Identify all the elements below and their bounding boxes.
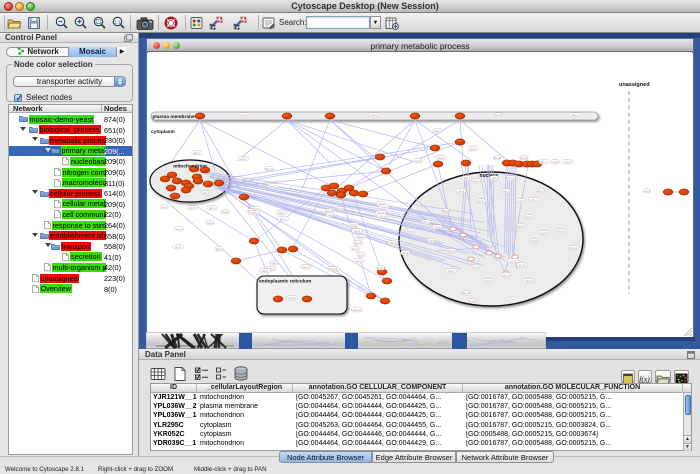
svg-text:tMe-M: tMe-M xyxy=(507,176,514,180)
svg-text:tMe-M: tMe-M xyxy=(570,246,577,250)
svg-text:Mts-2: Mts-2 xyxy=(495,113,502,117)
svg-text:tMe-M: tMe-M xyxy=(357,235,364,239)
svg-text:abc-1: abc-1 xyxy=(503,189,510,193)
svg-text:YGR-2: YGR-2 xyxy=(250,211,258,215)
svg-text:YGR-2: YGR-2 xyxy=(388,241,396,245)
svg-text:cde-9: cde-9 xyxy=(303,265,310,269)
svg-text:tMe-M: tMe-M xyxy=(265,167,272,171)
svg-text:tMe-M: tMe-M xyxy=(434,129,441,133)
svg-text:abc-1: abc-1 xyxy=(216,247,223,251)
svg-text:Mts-2: Mts-2 xyxy=(531,198,538,202)
svg-text:Mts-2: Mts-2 xyxy=(356,259,363,263)
svg-text:unassigned: unassigned xyxy=(619,82,650,88)
svg-text:tMe-M: tMe-M xyxy=(525,279,532,283)
svg-text:Mts-2: Mts-2 xyxy=(526,215,533,219)
svg-text:Gcr-2: Gcr-2 xyxy=(473,265,480,269)
svg-text:pqr-5: pqr-5 xyxy=(209,206,216,210)
svg-text:abc-1: abc-1 xyxy=(280,217,287,221)
svg-text:tMe-M: tMe-M xyxy=(353,308,360,312)
svg-text:tMe-M: tMe-M xyxy=(462,291,469,295)
svg-text:abc-1: abc-1 xyxy=(464,176,471,180)
svg-text:Gcr-2: Gcr-2 xyxy=(519,263,526,267)
svg-text:YGR-2: YGR-2 xyxy=(551,160,559,164)
svg-text:tMe-M: tMe-M xyxy=(447,249,454,253)
svg-text:abc-1: abc-1 xyxy=(470,147,477,151)
svg-text:cde-9: cde-9 xyxy=(240,157,247,161)
svg-text:tMe-M: tMe-M xyxy=(288,296,295,300)
svg-text:pqr-5: pqr-5 xyxy=(478,199,485,203)
svg-text:tMe-M: tMe-M xyxy=(493,156,500,160)
svg-text:pqr-5: pqr-5 xyxy=(510,259,517,263)
svg-text:YGR-2: YGR-2 xyxy=(427,239,435,243)
svg-text:pqr-5: pqr-5 xyxy=(358,253,365,257)
svg-text:mitochondrion: mitochondrion xyxy=(173,164,207,170)
svg-text:Gcr-2: Gcr-2 xyxy=(564,160,571,164)
svg-text:YGR-2: YGR-2 xyxy=(326,213,334,217)
svg-text:cde-9: cde-9 xyxy=(458,189,465,193)
svg-text:tMe-M: tMe-M xyxy=(520,156,527,160)
svg-text:pqr-5: pqr-5 xyxy=(189,206,196,210)
svg-text:pqr-5: pqr-5 xyxy=(270,184,277,188)
svg-text:Mts-2: Mts-2 xyxy=(438,156,445,160)
svg-text:YGR-2: YGR-2 xyxy=(370,113,378,117)
svg-text:plasma membrane: plasma membrane xyxy=(153,114,195,120)
svg-text:YGR-2: YGR-2 xyxy=(221,210,229,214)
svg-text:pqr-5: pqr-5 xyxy=(175,245,182,249)
svg-text:YGR-2: YGR-2 xyxy=(380,205,388,209)
svg-text:cde-9: cde-9 xyxy=(448,269,455,273)
svg-text:cde-9: cde-9 xyxy=(415,159,422,163)
svg-text:cde-9: cde-9 xyxy=(518,199,525,203)
svg-text:YGR-2: YGR-2 xyxy=(530,239,538,243)
svg-text:YGR-2: YGR-2 xyxy=(206,221,214,225)
svg-text:tMe-M: tMe-M xyxy=(240,113,247,117)
svg-text:tMe-M: tMe-M xyxy=(336,207,343,211)
svg-text:Mts-2: Mts-2 xyxy=(279,211,286,215)
svg-text:tMe-M: tMe-M xyxy=(442,209,449,213)
svg-text:YGR-2: YGR-2 xyxy=(405,229,413,233)
svg-text:Mts-2: Mts-2 xyxy=(262,269,269,273)
svg-text:Mts-2: Mts-2 xyxy=(352,247,359,251)
svg-text:Gcr-2: Gcr-2 xyxy=(558,229,565,233)
svg-text:pqr-5: pqr-5 xyxy=(541,231,548,235)
svg-text:Gcr-2: Gcr-2 xyxy=(350,223,357,227)
svg-text:Gcr-2: Gcr-2 xyxy=(176,227,183,231)
svg-text:YGR-2: YGR-2 xyxy=(270,261,278,265)
svg-text:cde-9: cde-9 xyxy=(485,279,492,283)
svg-text:Mts-2: Mts-2 xyxy=(194,151,201,155)
svg-text:Mts-2: Mts-2 xyxy=(538,189,545,193)
svg-text:Gcr-2: Gcr-2 xyxy=(379,214,386,218)
svg-text:YGR-2: YGR-2 xyxy=(377,266,385,270)
svg-text:Mts-2: Mts-2 xyxy=(572,113,579,117)
svg-text:pqr-5: pqr-5 xyxy=(161,205,168,209)
svg-text:cytoplasm: cytoplasm xyxy=(151,129,175,135)
svg-text:YGR-2: YGR-2 xyxy=(490,176,498,180)
svg-text:abc-1: abc-1 xyxy=(541,160,548,164)
svg-text:tMe-M: tMe-M xyxy=(467,299,474,303)
svg-text:cde-9: cde-9 xyxy=(423,220,430,224)
svg-text:pqr-5: pqr-5 xyxy=(644,189,651,193)
svg-text:cde-9: cde-9 xyxy=(473,179,480,183)
svg-text:pqr-5: pqr-5 xyxy=(518,224,525,228)
svg-text:Gcr-2: Gcr-2 xyxy=(402,251,409,255)
svg-text:tMe-M: tMe-M xyxy=(235,177,242,181)
svg-text:1:1: 1:1 xyxy=(114,19,121,24)
svg-text:tMe-M: tMe-M xyxy=(328,267,335,271)
svg-text:endoplasmic reticulum: endoplasmic reticulum xyxy=(259,279,311,285)
svg-text:Gcr-2: Gcr-2 xyxy=(434,225,441,229)
svg-text:pqr-5: pqr-5 xyxy=(354,229,361,233)
svg-text:Gcr-2: Gcr-2 xyxy=(503,273,510,277)
svg-text:Mts-2: Mts-2 xyxy=(203,191,210,195)
svg-text:tMe-M: tMe-M xyxy=(354,241,361,245)
